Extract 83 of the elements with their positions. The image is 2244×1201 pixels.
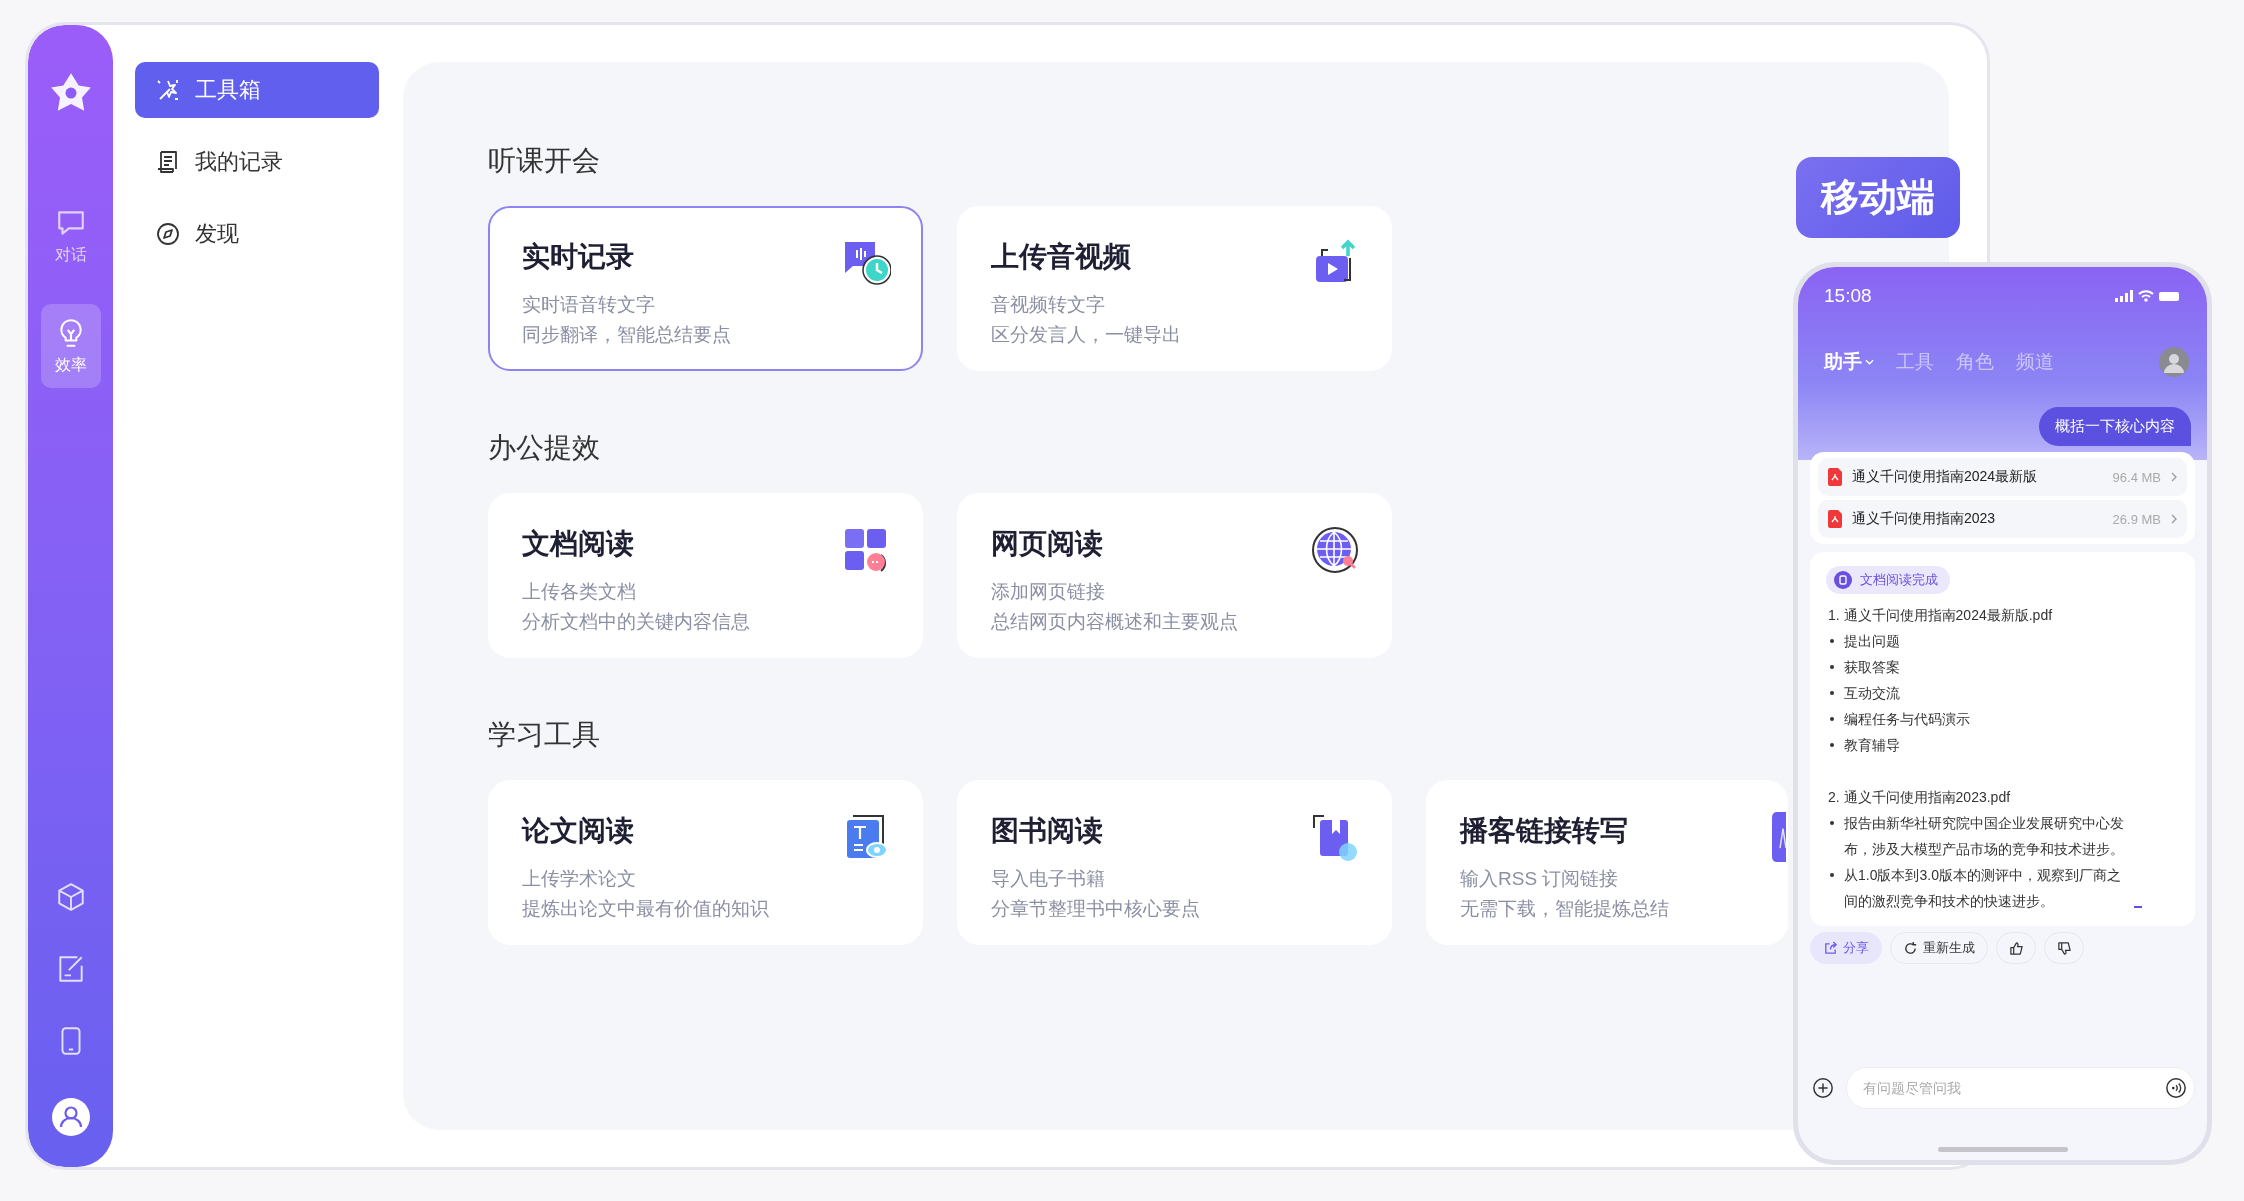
chevron-right-icon (2171, 472, 2177, 482)
answer-text: 提出问题 (1844, 632, 1900, 651)
card-title: 论文阅读 (522, 814, 635, 848)
card-description: 分章节整理书中核心要点 (991, 897, 1200, 921)
share-button[interactable]: 分享 (1810, 932, 1882, 964)
card-description: 总结网页内容概述和主要观点 (991, 610, 1238, 634)
section-title: 学习工具 (488, 718, 600, 750)
document-status-icon (1834, 571, 1852, 589)
answer-text: 1. 通义千问使用指南2024最新版.pdf (1828, 606, 2053, 625)
chevron-right-icon (2171, 514, 2177, 524)
nav-item[interactable]: 发现 (135, 206, 379, 262)
answer-text: 编程任务与代码演示 (1844, 710, 1970, 729)
status-icons-drawing (2115, 289, 2181, 303)
mobile-badge: 移动端 (1796, 157, 1960, 238)
bullet-icon (1830, 639, 1834, 643)
answer-text: 报告由新华社研究院中国企业发展研究中心发布，涉及大模型产品市场的竞争和技术进步。 (1844, 814, 2125, 859)
compass-icon (155, 221, 181, 247)
status-text: 文档阅读完成 (1860, 571, 1938, 589)
card-description: 上传学术论文 (522, 867, 637, 891)
bullet-icon (1830, 873, 1834, 877)
answer-text: 获取答案 (1844, 658, 1900, 677)
bullet-icon (1830, 691, 1834, 695)
message-input[interactable]: 有问题尽管问我 (1846, 1067, 2195, 1109)
avatar-icon[interactable] (2159, 347, 2189, 377)
bookmark-book-icon (1310, 812, 1360, 862)
pdf-file-icon (1828, 468, 1842, 486)
section-title: 办公提效 (488, 431, 600, 463)
card-description: 音视频转文字 (991, 293, 1106, 317)
nav-item[interactable]: 我的记录 (135, 134, 379, 190)
answer-text: 从1.0版本到3.0版本的测评中，观察到厂商之间的激烈竞争和技术的快速进步。 (1844, 866, 2122, 911)
user-message: 概括一下核心内容 (2039, 407, 2191, 446)
card-description: 实时语音转文字 (522, 293, 656, 317)
answer-text: 教育辅导 (1844, 736, 1900, 755)
file-size: 26.9 MB (2112, 511, 2161, 527)
card-title: 上传音视频 (991, 240, 1132, 274)
card-description: 无需下载，智能提炼总结 (1460, 897, 1669, 921)
bullet-icon (1830, 743, 1834, 747)
pdf-file-icon (1828, 510, 1842, 528)
tool-card[interactable]: 图书阅读 导入电子书籍 分章节整理书中核心要点 (957, 780, 1392, 945)
card-title: 播客链接转写 (1460, 814, 1629, 848)
refresh-icon (1903, 940, 1918, 956)
section-title: 听课开会 (488, 144, 600, 176)
add-icon[interactable] (1812, 1077, 1834, 1099)
file-size: 96.4 MB (2112, 469, 2161, 485)
bullet-icon (1830, 717, 1834, 721)
file-name: 通义千问使用指南2024最新版 (1852, 468, 2039, 486)
card-description: 添加网页链接 (991, 580, 1106, 604)
card-description: 提炼出论文中最有价值的知识 (522, 897, 769, 921)
bullet-icon (1830, 821, 1834, 825)
card-description: 区分发言人，一键导出 (991, 323, 1181, 347)
thumbs-up-icon (2008, 940, 2024, 956)
file-row[interactable]: 通义千问使用指南2023 26.9 MB (1818, 500, 2187, 538)
nav-item[interactable]: 工具箱 (135, 62, 379, 118)
card-title: 文档阅读 (522, 527, 635, 561)
status-time: 15:08 (1824, 285, 1872, 307)
text-cursor (2134, 906, 2142, 908)
answer-text: 2. 通义千问使用指南2023.pdf (1828, 788, 2011, 807)
bullet-icon (1830, 665, 1834, 669)
app-icon (1772, 812, 1786, 862)
card-description: 同步翻译，智能总结要点 (522, 323, 731, 347)
user-avatar-icon[interactable] (50, 1097, 91, 1137)
card-description: 分析文档中的关键内容信息 (522, 610, 750, 634)
card-title: 实时记录 (522, 240, 635, 274)
share-icon (1823, 940, 1838, 956)
file-name: 通义千问使用指南2023 (1852, 510, 1997, 528)
tool-card[interactable]: 上传音视频 音视频转文字 区分发言人，一键导出 (957, 206, 1392, 371)
card-title: 网页阅读 (991, 527, 1104, 561)
globe-icon (1310, 525, 1360, 575)
answer-text: 互动交流 (1844, 684, 1900, 703)
voice-icon[interactable] (2165, 1077, 2187, 1099)
card-description: 导入电子书籍 (991, 867, 1106, 891)
card-title: 图书阅读 (991, 814, 1104, 848)
tool-card[interactable]: 网页阅读 添加网页链接 总结网页内容概述和主要观点 (957, 493, 1392, 658)
tool-card[interactable]: 播客链接转写 输入RSS 订阅链接 无需下载，智能提炼总结 (1426, 780, 1788, 945)
thumbs-down-icon (2056, 940, 2072, 956)
magic-wand-icon (155, 77, 181, 103)
file-row[interactable]: 通义千问使用指南2024最新版 96.4 MB (1818, 458, 2187, 496)
card-description: 输入RSS 订阅链接 (1460, 867, 1620, 891)
tool-card[interactable]: 论文阅读 上传学术论文 提炼出论文中最有价值的知识 (488, 780, 923, 945)
card-description: 上传各类文档 (522, 580, 637, 604)
tool-card[interactable]: 文档阅读 上传各类文档 分析文档中的关键内容信息 (488, 493, 923, 658)
chevron-down-icon (1865, 359, 1874, 365)
tool-card[interactable]: 实时记录 实时语音转文字 同步翻译，智能总结要点 (488, 206, 923, 371)
